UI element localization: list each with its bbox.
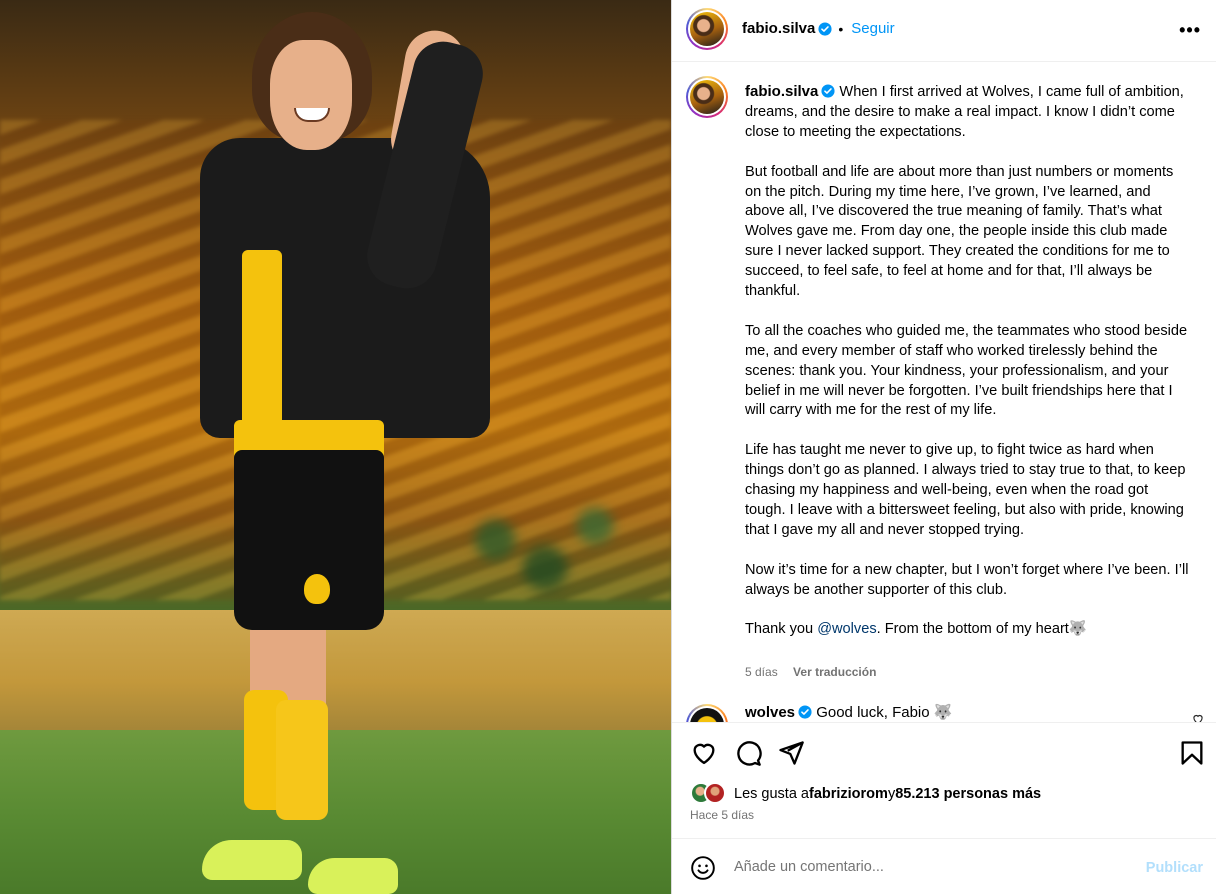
wolves-mention-link[interactable]: @wolves	[817, 621, 876, 637]
likes-summary: Les gusta a fabriziorom y 85.213 persona…	[690, 782, 1041, 806]
follow-button[interactable]: Seguir	[851, 20, 894, 37]
caption-area: fabio.silva When I first arrived at Wolv…	[672, 62, 1216, 722]
caption-closing: Thank you @wolves. From the bottom of my…	[745, 621, 1088, 638]
comment-icon[interactable]	[734, 739, 762, 767]
emoji-icon[interactable]	[690, 855, 716, 881]
post-image[interactable]	[0, 0, 671, 894]
author-username[interactable]: fabio.silva	[742, 20, 815, 37]
commenter-username[interactable]: wolves	[745, 704, 795, 721]
separator-dot: •	[838, 20, 844, 37]
caption-avatar[interactable]	[686, 76, 728, 118]
add-comment-bar: Publicar	[672, 838, 1216, 894]
caption-time: 5 días	[745, 665, 778, 679]
action-bar	[672, 722, 1216, 782]
comment-text: wolves Good luck, Fabio 🐺	[745, 703, 1190, 722]
comment-like-heart-icon[interactable]	[1191, 712, 1205, 722]
caption-paragraph-2: But football and life are about more tha…	[745, 163, 1174, 300]
author-avatar[interactable]	[686, 8, 728, 50]
bookmark-icon[interactable]	[1178, 739, 1206, 767]
share-icon[interactable]	[777, 739, 805, 767]
comment-row: wolves Good luck, Fabio 🐺	[672, 702, 1216, 722]
verified-icon	[821, 84, 835, 98]
more-icon[interactable]: •••	[1179, 20, 1201, 41]
publish-button[interactable]: Publicar	[1146, 860, 1203, 876]
other-likers-link[interactable]: 85.213 personas más	[895, 786, 1041, 802]
player-figure	[190, 10, 510, 894]
wolves-badge	[302, 572, 332, 606]
caption-paragraph-4: Life has taught me never to give up, to …	[745, 442, 1186, 538]
comment-body: Good luck, Fabio 🐺	[816, 704, 953, 721]
caption-meta: 5 días Ver traducción	[745, 665, 876, 679]
verified-icon	[818, 21, 832, 36]
likers-avatars[interactable]	[690, 782, 730, 806]
liker-avatar	[704, 782, 726, 804]
verified-icon	[798, 705, 812, 719]
commenter-avatar[interactable]	[686, 704, 728, 722]
see-translation-link[interactable]: Ver traducción	[793, 665, 876, 679]
caption-text: fabio.silva When I first arrived at Wolv…	[745, 82, 1190, 660]
heart-icon[interactable]	[690, 739, 718, 767]
caption-username[interactable]: fabio.silva	[745, 83, 818, 100]
comment-input[interactable]	[734, 859, 1114, 875]
caption-paragraph: fabio.silva When I first arrived at Wolv…	[745, 82, 1190, 143]
post-timestamp[interactable]: Hace 5 días	[690, 808, 754, 822]
caption-paragraph-5: Now it’s time for a new chapter, but I w…	[745, 561, 1189, 598]
author-name-row: fabio.silva • Seguir	[742, 20, 895, 37]
post-header: fabio.silva • Seguir •••	[672, 0, 1216, 62]
caption-paragraph-3: To all the coaches who guided me, the te…	[745, 322, 1188, 419]
post-details-panel: fabio.silva • Seguir ••• fabio.silva Whe…	[671, 0, 1216, 894]
liker-username-link[interactable]: fabriziorom	[809, 786, 888, 802]
